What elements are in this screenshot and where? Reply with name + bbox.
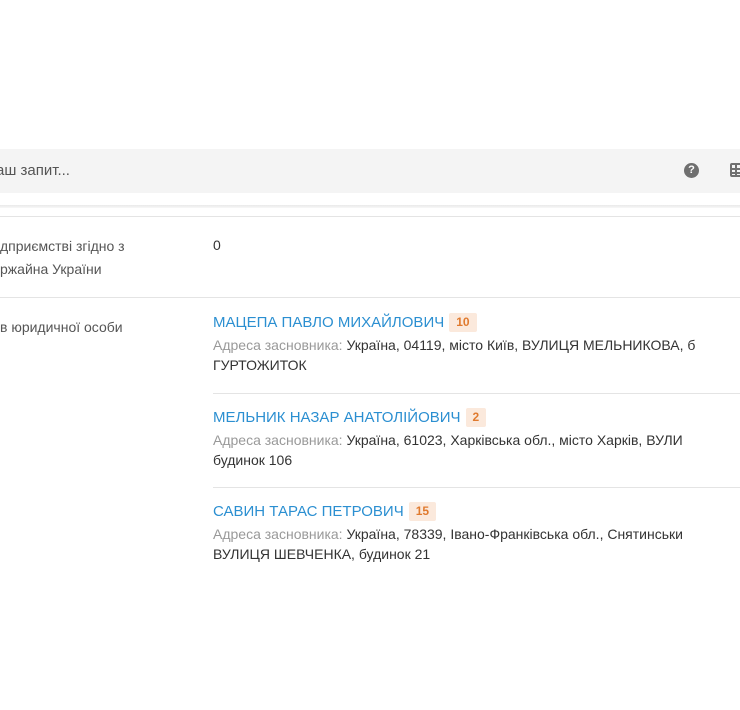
page: аш запит... ? дприємстві згідно з ржайна… [0, 0, 740, 710]
founder-item: МАЦЕПА ПАВЛО МИХАЙЛОВИЧ 10 Адреса засновн… [213, 313, 740, 375]
address-text: ГУРТОЖИТОК [213, 357, 307, 373]
founder-name-link[interactable]: САВИН ТАРАС ПЕТРОВИЧ [213, 503, 404, 520]
company-count-badge: 15 [408, 502, 437, 521]
founder-name-link[interactable]: МАЦЕПА ПАВЛО МИХАЙЛОВИЧ [213, 314, 444, 331]
search-bar-shadow [0, 205, 740, 208]
address-label: Адреса засновника: [213, 337, 343, 353]
founder-divider [213, 393, 740, 394]
table-icon[interactable] [730, 163, 740, 177]
row-label: дприємстві згідно з [0, 238, 125, 254]
address-label: Адреса засновника: [213, 432, 343, 448]
address-text: Україна, 04119, місто Київ, ВУЛИЦЯ МЕЛЬН… [346, 337, 696, 353]
founder-divider [213, 487, 740, 488]
row-divider [0, 216, 740, 217]
company-count-badge: 2 [465, 408, 487, 427]
company-count-badge: 10 [449, 313, 477, 332]
address-text: Україна, 78339, Івано-Франківська обл., … [346, 526, 683, 542]
founder-name-link[interactable]: МЕЛЬНИК НАЗАР АНАТОЛІЙОВИЧ [213, 409, 461, 426]
address-text: ВУЛИЦЯ ШЕВЧЕНКА, будинок 21 [213, 546, 431, 562]
search-input-placeholder[interactable]: аш запит... [0, 162, 70, 179]
row-value: 0 [213, 237, 221, 253]
address-label: Адреса засновника: [213, 526, 343, 542]
founder-item: МЕЛЬНИК НАЗАР АНАТОЛІЙОВИЧ 2 Адреса засно… [213, 408, 740, 470]
address-text: Україна, 61023, Харківська обл., місто Х… [346, 432, 683, 448]
founder-item: САВИН ТАРАС ПЕТРОВИЧ 15 Адреса засновника… [213, 502, 740, 564]
search-bar[interactable]: аш запит... [0, 149, 740, 193]
row-label: в юридичної особи [0, 319, 123, 335]
question-circle-icon[interactable]: ? [684, 163, 699, 178]
address-text: будинок 106 [213, 452, 293, 468]
row-label: ржайна України [0, 261, 102, 277]
row-divider [0, 297, 740, 298]
